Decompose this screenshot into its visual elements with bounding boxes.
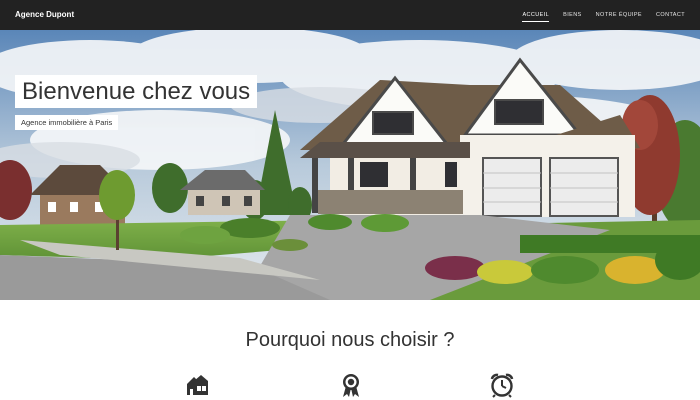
top-navbar: Agence Dupont ACCUEIL BIENS NOTRE ÉQUIPE… <box>0 0 700 30</box>
alarm-clock-icon <box>490 373 514 398</box>
nav-links: ACCUEIL BIENS NOTRE ÉQUIPE CONTACT <box>522 0 685 30</box>
house-icon <box>187 375 208 395</box>
hero-title-box: Bienvenue chez vous <box>15 75 258 108</box>
hero-banner: Bienvenue chez vous Agence immobilière à… <box>0 30 700 300</box>
award-ribbon-icon <box>343 374 359 397</box>
nav-item-contact[interactable]: CONTACT <box>656 9 685 21</box>
hero-subtitle-box: Agence immobilière à Paris <box>15 115 119 130</box>
nav-item-biens[interactable]: BIENS <box>563 9 582 21</box>
nav-item-equipe[interactable]: NOTRE ÉQUIPE <box>596 9 642 21</box>
hero-house-image <box>0 30 700 300</box>
hero-title: Bienvenue chez vous <box>22 78 251 105</box>
features-title: Pourquoi nous choisir ? <box>245 329 455 351</box>
nav-item-accueil[interactable]: ACCUEIL <box>522 9 550 22</box>
brand-logo[interactable]: Agence Dupont <box>15 9 74 21</box>
hero-subtitle: Agence immobilière à Paris <box>21 118 113 127</box>
